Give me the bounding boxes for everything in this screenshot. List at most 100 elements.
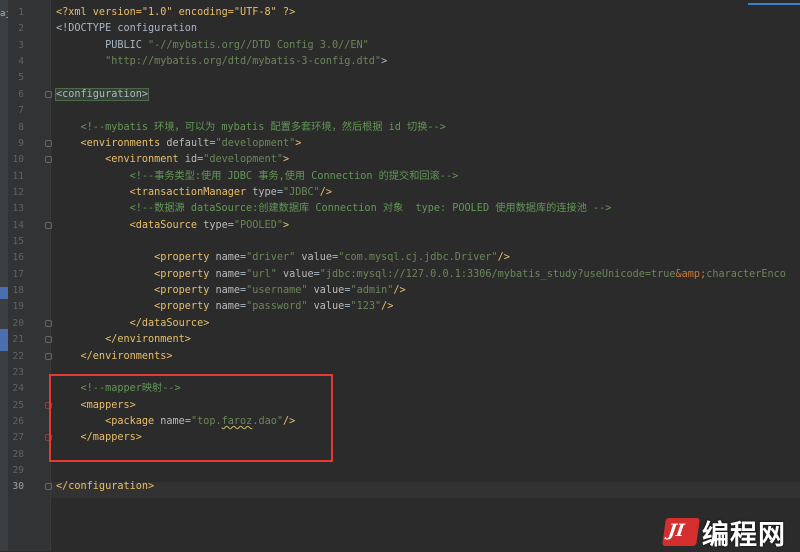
current-line-highlight bbox=[51, 482, 800, 498]
watermark-logo-icon: JI bbox=[662, 518, 700, 546]
line-number: 1 bbox=[18, 7, 24, 18]
line-number: 19 bbox=[12, 301, 24, 313]
code-token: "username" bbox=[246, 285, 308, 297]
code-token: "JDBC" bbox=[282, 186, 320, 198]
code-token: "POOLED" bbox=[233, 219, 283, 231]
code-token: "-//mybatis.org//DTD Config 3.0//EN" bbox=[148, 39, 369, 51]
code-line[interactable]: </configuration> bbox=[56, 479, 154, 495]
code-line[interactable]: <!--数据源 dataSource:创建数据库 Connection 对象 t… bbox=[56, 201, 612, 217]
code-token: > bbox=[282, 154, 290, 166]
code-line[interactable]: <property name="password" value="123"/> bbox=[56, 299, 393, 315]
code-token: <!--数据源 dataSource:创建数据库 Connection 对象 t… bbox=[56, 203, 612, 215]
line-number: 2 bbox=[18, 23, 24, 35]
code-line[interactable]: <?xml version="1.0" encoding="UTF-8" ?> bbox=[56, 5, 295, 21]
line-number: 3 bbox=[18, 39, 24, 51]
line-number: 5 bbox=[18, 72, 24, 84]
code-token: <!--mybatis 环境，可以为 mybatis 配置多套环境，然后根据 i… bbox=[56, 121, 446, 133]
code-token: "driver" bbox=[246, 252, 296, 264]
code-token: "123" bbox=[350, 301, 382, 313]
code-token: PUBLIC bbox=[56, 39, 149, 51]
line-number: 23 bbox=[12, 366, 24, 378]
code-line[interactable]: <!--事务类型:使用 JDBC 事务,使用 Connection 的提交和回滚… bbox=[56, 169, 459, 185]
fold-marker-icon[interactable] bbox=[45, 483, 52, 491]
project-panel-strip: aj bbox=[0, 0, 11, 551]
line-number: 8 bbox=[18, 121, 24, 133]
code-line[interactable]: </environments> bbox=[56, 349, 173, 365]
code-token: </configuration> bbox=[56, 481, 155, 493]
line-number: 25 bbox=[12, 399, 24, 411]
line-number: 6 bbox=[18, 88, 24, 100]
code-line[interactable]: <transactionManager type="JDBC"/> bbox=[56, 185, 332, 201]
code-token: </dataSource> bbox=[56, 317, 210, 329]
line-number: 13 bbox=[12, 203, 24, 215]
code-token: <property bbox=[56, 285, 216, 297]
code-token: </environments> bbox=[56, 350, 173, 362]
line-number: 26 bbox=[12, 416, 24, 427]
line-number: 11 bbox=[12, 170, 24, 182]
code-token: <environments bbox=[56, 137, 167, 149]
code-token: name bbox=[215, 301, 241, 313]
code-token: <transactionManager bbox=[56, 186, 253, 198]
line-number: 30 bbox=[12, 481, 24, 493]
code-token: "development" bbox=[215, 137, 296, 149]
fold-marker-icon[interactable] bbox=[45, 336, 52, 344]
fold-marker-icon[interactable] bbox=[45, 352, 52, 360]
gutter-divider bbox=[50, 0, 51, 551]
code-line[interactable]: <dataSource type="POOLED"> bbox=[56, 218, 290, 234]
watermark-text: 编程网 bbox=[702, 519, 786, 551]
line-number: 29 bbox=[12, 465, 24, 477]
code-token: value bbox=[307, 285, 345, 297]
code-line[interactable]: "http://mybatis.org/dtd/mybatis-3-config… bbox=[56, 54, 387, 70]
code-token: id bbox=[184, 154, 198, 166]
fold-marker-icon[interactable] bbox=[45, 90, 52, 98]
fold-marker-icon[interactable] bbox=[45, 221, 52, 229]
code-token: value bbox=[295, 252, 333, 264]
code-token: <property bbox=[56, 301, 216, 313]
sidebar-selection-marker bbox=[0, 329, 8, 351]
code-token: <dataSource bbox=[56, 219, 204, 231]
code-token: "com.mysql.cj.jdbc.Driver" bbox=[338, 252, 498, 264]
fold-marker-icon[interactable] bbox=[45, 156, 52, 164]
code-token: <?xml version="1.0" encoding="UTF-8" ?> bbox=[56, 7, 296, 18]
line-number: 10 bbox=[12, 154, 24, 166]
code-token: <environment bbox=[56, 154, 185, 166]
fold-marker-icon[interactable] bbox=[45, 139, 52, 147]
code-line[interactable]: <environments default="development"> bbox=[56, 136, 302, 152]
code-token: > bbox=[381, 56, 388, 68]
line-number: 7 bbox=[18, 105, 24, 117]
code-line[interactable]: <property name="driver" value="com.mysql… bbox=[56, 250, 510, 266]
code-token: /> bbox=[497, 252, 510, 264]
code-line[interactable]: <environment id="development"> bbox=[56, 152, 289, 168]
code-token: "development" bbox=[203, 154, 283, 166]
code-token: /> bbox=[381, 301, 394, 313]
code-token: name bbox=[215, 268, 241, 280]
sidebar-selection-marker bbox=[0, 287, 8, 299]
line-number: 12 bbox=[12, 186, 24, 198]
code-token: <!DOCTYPE configuration bbox=[56, 23, 198, 35]
line-number: 21 bbox=[12, 334, 24, 346]
code-line[interactable]: <!--mybatis 环境，可以为 mybatis 配置多套环境，然后根据 i… bbox=[56, 120, 446, 136]
code-line[interactable]: <property name="url" value="jdbc:mysql:/… bbox=[56, 267, 786, 283]
code-line[interactable]: </dataSource> bbox=[56, 316, 210, 332]
line-number: 22 bbox=[12, 350, 24, 362]
code-line[interactable]: PUBLIC "-//mybatis.org//DTD Config 3.0//… bbox=[56, 38, 369, 54]
code-token: <configuration> bbox=[54, 87, 150, 101]
code-token: </environment> bbox=[56, 334, 191, 346]
code-token: value bbox=[276, 268, 314, 280]
code-token: /> bbox=[393, 285, 406, 297]
code-line[interactable]: <property name="username" value="admin"/… bbox=[56, 283, 406, 299]
code-token: value bbox=[307, 301, 345, 313]
code-line[interactable]: <!DOCTYPE configuration bbox=[56, 21, 197, 37]
line-number: 9 bbox=[18, 137, 24, 149]
code-token: <!--事务类型:使用 JDBC 事务,使用 Connection 的提交和回滚… bbox=[56, 170, 459, 182]
line-number: 18 bbox=[12, 285, 24, 297]
code-line[interactable]: </environment> bbox=[56, 332, 191, 348]
code-line[interactable]: <configuration> bbox=[54, 87, 150, 103]
code-token: "admin" bbox=[350, 285, 394, 297]
code-token: <property bbox=[56, 268, 216, 280]
code-token: "http://mybatis.org/dtd/mybatis-3-config… bbox=[56, 56, 382, 68]
code-token: name bbox=[215, 285, 241, 297]
line-number: 17 bbox=[12, 268, 24, 280]
line-number: 28 bbox=[12, 448, 24, 460]
fold-marker-icon[interactable] bbox=[45, 319, 52, 327]
